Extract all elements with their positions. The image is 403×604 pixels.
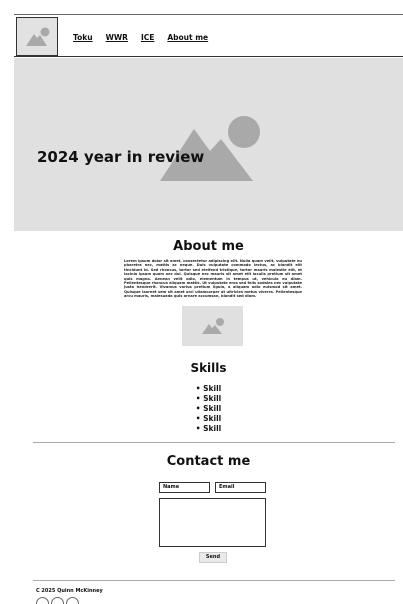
skills-list: Skill Skill Skill Skill Skill <box>14 384 403 434</box>
copyright-text: C 2025 Quinn McKinney <box>36 588 103 594</box>
skills-title: Skills <box>190 361 227 375</box>
image-placeholder-icon <box>160 116 260 181</box>
section-divider <box>33 442 395 443</box>
about-body-text: Lorem ipsum dolor sit amet, consectetur … <box>124 259 302 299</box>
nav-link-toku[interactable]: Toku <box>73 33 93 42</box>
image-placeholder-icon <box>202 318 224 334</box>
hero-title: 2024 year in review <box>37 148 205 166</box>
name-input[interactable]: Name <box>159 482 210 493</box>
send-button[interactable]: Send <box>199 552 227 563</box>
nav-link-ice[interactable]: ICE <box>141 33 154 42</box>
page: Toku WWR ICE About me 2024 year in revie… <box>14 14 403 604</box>
about-title: About me <box>173 239 244 254</box>
social-links <box>36 597 79 604</box>
image-placeholder-icon <box>26 27 50 46</box>
about-image <box>182 306 243 346</box>
nav-link-about-me[interactable]: About me <box>167 33 208 42</box>
contact-title: Contact me <box>166 454 251 469</box>
skill-item: Skill <box>14 404 403 414</box>
social-icon[interactable] <box>66 597 79 604</box>
site-header: Toku WWR ICE About me <box>14 14 403 57</box>
message-textarea[interactable] <box>159 498 266 547</box>
logo[interactable] <box>16 17 58 56</box>
email-input[interactable]: Email <box>215 482 266 493</box>
main-nav: Toku WWR ICE About me <box>73 33 208 42</box>
skill-item: Skill <box>14 424 403 434</box>
skill-item: Skill <box>14 394 403 404</box>
skill-item: Skill <box>14 414 403 424</box>
hero-banner: 2024 year in review <box>14 58 403 231</box>
social-icon[interactable] <box>51 597 64 604</box>
nav-link-wwr[interactable]: WWR <box>106 33 128 42</box>
footer-divider <box>33 580 395 581</box>
social-icon[interactable] <box>36 597 49 604</box>
skill-item: Skill <box>14 384 403 394</box>
